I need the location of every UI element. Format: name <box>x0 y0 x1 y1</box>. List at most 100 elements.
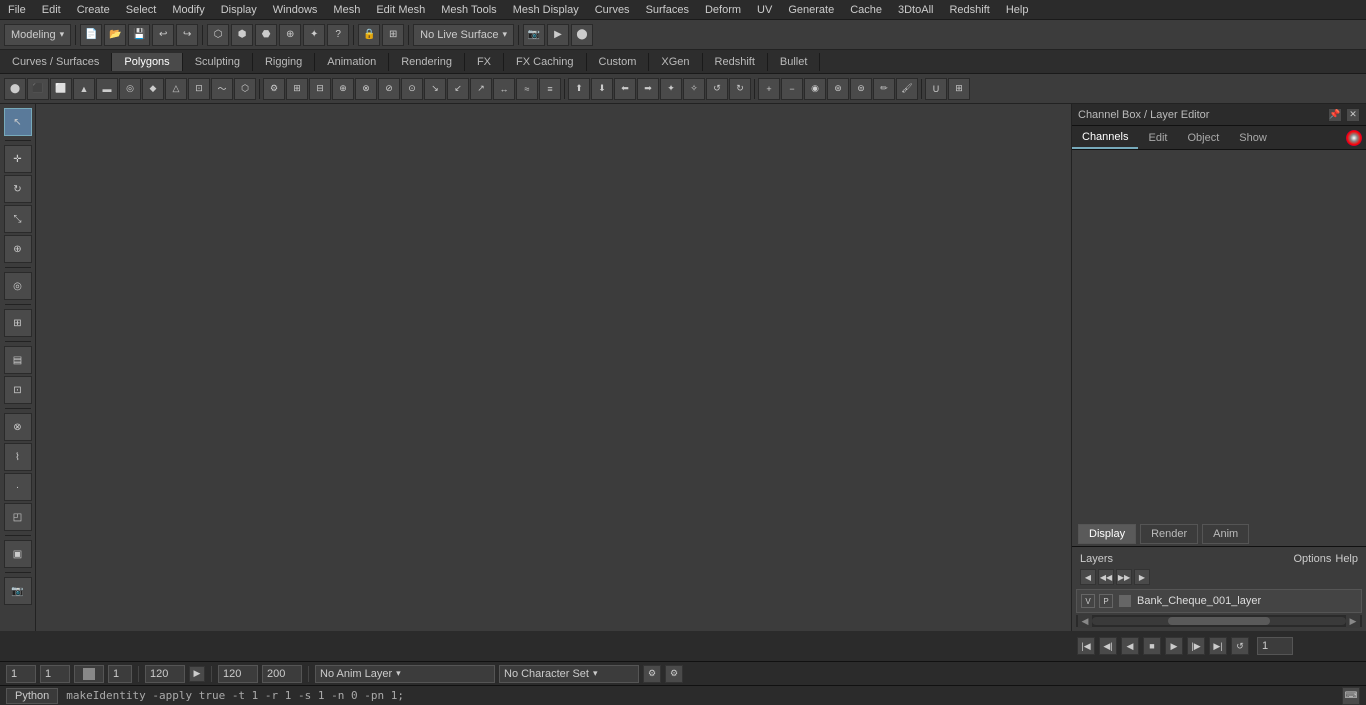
tab-custom[interactable]: Custom <box>587 53 650 71</box>
script-editor-btn[interactable]: ⌨ <box>1342 687 1360 705</box>
status-field-1[interactable]: 1 <box>6 665 36 683</box>
prev-frame-btn[interactable]: ◀| <box>1099 637 1117 655</box>
menu-help[interactable]: Help <box>998 2 1037 18</box>
status-field-2[interactable]: 1 <box>40 665 70 683</box>
layer-add-btn[interactable]: ◀ <box>1080 569 1096 585</box>
render-btn[interactable]: ▶ <box>547 24 569 46</box>
layer-visibility-btn[interactable]: V <box>1081 594 1095 608</box>
tab-animation[interactable]: Animation <box>315 53 389 71</box>
menu-mesh[interactable]: Mesh <box>325 2 368 18</box>
menu-display[interactable]: Display <box>213 2 265 18</box>
live-surface-dropdown[interactable]: No Live Surface <box>413 24 514 46</box>
quick-layout[interactable]: ▤ <box>4 346 32 374</box>
tool-soccer[interactable]: ⬡ <box>234 78 256 100</box>
tab-fx-caching[interactable]: FX Caching <box>504 53 586 71</box>
snap-grid[interactable]: ⊗ <box>4 413 32 441</box>
move-tool[interactable]: ✛ <box>4 145 32 173</box>
layer-fwd-btn[interactable]: ▶▶ <box>1116 569 1132 585</box>
scroll-track[interactable] <box>1092 617 1346 625</box>
tab-rendering[interactable]: Rendering <box>389 53 465 71</box>
tool-cylinder[interactable]: ⬜ <box>50 78 72 100</box>
select-tool[interactable]: ↖ <box>4 108 32 136</box>
rotate-tool[interactable]: ↻ <box>4 175 32 203</box>
tool-plane[interactable]: ▬ <box>96 78 118 100</box>
tab-redshift[interactable]: Redshift <box>703 53 768 71</box>
layers-help-btn[interactable]: Help <box>1335 553 1358 565</box>
menu-generate[interactable]: Generate <box>780 2 842 18</box>
undo-btn[interactable]: ↩ <box>152 24 174 46</box>
menu-uv[interactable]: UV <box>749 2 780 18</box>
frame-all[interactable]: ⊡ <box>4 376 32 404</box>
menu-mesh-tools[interactable]: Mesh Tools <box>433 2 504 18</box>
tool-gear[interactable]: ⚙ <box>263 78 285 100</box>
tool-merge[interactable]: ⊛ <box>827 78 849 100</box>
current-frame-field[interactable]: 1 <box>1257 637 1293 655</box>
cb-close-btn[interactable]: ✕ <box>1346 108 1360 122</box>
tab-xgen[interactable]: XGen <box>649 53 702 71</box>
universal-tool[interactable]: ⊕ <box>4 235 32 263</box>
paint-btn[interactable]: ⬣ <box>255 24 277 46</box>
tool-uv[interactable]: U <box>925 78 947 100</box>
tool-delete[interactable]: − <box>781 78 803 100</box>
menu-cache[interactable]: Cache <box>842 2 890 18</box>
menu-create[interactable]: Create <box>69 2 118 18</box>
go-start-btn[interactable]: |◀ <box>1077 637 1095 655</box>
xform-btn[interactable]: ⊞ <box>382 24 404 46</box>
python-label[interactable]: Python <box>6 688 58 704</box>
tool-boolean[interactable]: ⊟ <box>309 78 331 100</box>
tab-sculpting[interactable]: Sculpting <box>183 53 253 71</box>
tool-subdiv[interactable]: ⊞ <box>286 78 308 100</box>
show-manip[interactable]: ⊞ <box>4 309 32 337</box>
tool-bevel[interactable]: ⬇ <box>591 78 613 100</box>
tool-torus[interactable]: ◎ <box>119 78 141 100</box>
cb-tab-edit[interactable]: Edit <box>1138 128 1177 148</box>
tool-helix[interactable]: 〜 <box>211 78 233 100</box>
open-file-btn[interactable]: 📂 <box>104 24 126 46</box>
menu-mesh-display[interactable]: Mesh Display <box>505 2 587 18</box>
next-frame-btn[interactable]: |▶ <box>1187 637 1205 655</box>
speed-field[interactable]: 120 <box>145 665 185 683</box>
redo-btn[interactable]: ↪ <box>176 24 198 46</box>
tool-retopo[interactable]: ↗ <box>470 78 492 100</box>
lock-btn[interactable]: 🔒 <box>358 24 380 46</box>
dr-tab-display[interactable]: Display <box>1078 524 1136 544</box>
question-btn[interactable]: ? <box>327 24 349 46</box>
menu-modify[interactable]: Modify <box>164 2 212 18</box>
tool-extract[interactable]: ⊘ <box>378 78 400 100</box>
cb-tab-object[interactable]: Object <box>1177 128 1229 148</box>
play-fwd-btn[interactable]: ▶ <box>1165 637 1183 655</box>
tool-cube[interactable]: ⬛ <box>27 78 49 100</box>
layer-row[interactable]: V P Bank_Cheque_001_layer <box>1076 589 1362 613</box>
char-set-dropdown[interactable]: No Character Set <box>499 665 639 683</box>
tool-snap2[interactable]: ⊞ <box>948 78 970 100</box>
cam-btn[interactable]: 📷 <box>523 24 545 46</box>
range-start-field[interactable]: 120 <box>218 665 258 683</box>
snap-view[interactable]: ◰ <box>4 503 32 531</box>
tool-smooth[interactable]: ≈ <box>516 78 538 100</box>
color-indicator[interactable] <box>1346 130 1362 146</box>
go-end-btn[interactable]: ▶| <box>1209 637 1227 655</box>
lasso-btn[interactable]: ⬢ <box>231 24 253 46</box>
tool-deform[interactable]: ⊜ <box>850 78 872 100</box>
status-field-3[interactable]: 1 <box>108 665 132 683</box>
menu-curves[interactable]: Curves <box>587 2 638 18</box>
tool-pipe[interactable]: ⊡ <box>188 78 210 100</box>
tool-separate[interactable]: ⊗ <box>355 78 377 100</box>
snap-curve[interactable]: ⌇ <box>4 443 32 471</box>
tool-wedge[interactable]: ➡ <box>637 78 659 100</box>
tab-polygons[interactable]: Polygons <box>112 53 182 71</box>
scroll-right-btn[interactable]: ▶ <box>1346 614 1360 628</box>
tab-curves-surfaces[interactable]: Curves / Surfaces <box>0 53 112 71</box>
soft-select[interactable]: ◎ <box>4 272 32 300</box>
tool-fill[interactable]: ⊙ <box>401 78 423 100</box>
tool-pyramid[interactable]: △ <box>165 78 187 100</box>
menu-deform[interactable]: Deform <box>697 2 749 18</box>
save-file-btn[interactable]: 💾 <box>128 24 150 46</box>
tool-remesh[interactable]: ↙ <box>447 78 469 100</box>
select-tool-btn[interactable]: ⬡ <box>207 24 229 46</box>
layer-playback-btn[interactable]: P <box>1099 594 1113 608</box>
anim-layer-dropdown[interactable]: No Anim Layer <box>315 665 495 683</box>
magnet-btn[interactable]: ✦ <box>303 24 325 46</box>
layers-options-btn[interactable]: Options <box>1293 553 1331 565</box>
tool-connect[interactable]: ✧ <box>683 78 705 100</box>
